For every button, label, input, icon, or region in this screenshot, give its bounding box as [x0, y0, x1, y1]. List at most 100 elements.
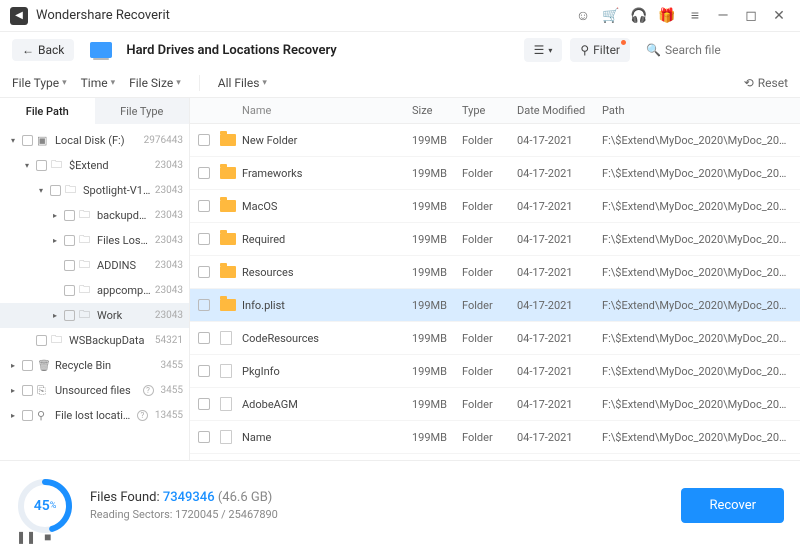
minimize-icon[interactable]: —: [712, 5, 734, 27]
twisty-icon[interactable]: ▸: [50, 311, 60, 320]
filter-all-files[interactable]: All Files▾: [218, 76, 267, 90]
tab-file-type[interactable]: File Type: [95, 98, 190, 124]
tree-label: Local Disk (F:): [55, 134, 140, 147]
col-path[interactable]: Path: [602, 104, 800, 117]
checkbox[interactable]: [64, 260, 75, 271]
checkbox[interactable]: [36, 160, 47, 171]
folder-icon: [220, 167, 236, 179]
reset-button[interactable]: ⟲Reset: [744, 76, 788, 90]
twisty-icon[interactable]: ▸: [8, 411, 18, 420]
twisty-icon[interactable]: ▾: [8, 136, 18, 145]
tree-count: 3455: [161, 360, 183, 371]
checkbox[interactable]: [198, 266, 210, 278]
file-row[interactable]: Name199MBFolder04-17-2021F:\$Extend\MyDo…: [190, 421, 800, 454]
tree-label: backupdata: [97, 209, 151, 222]
col-name[interactable]: Name: [242, 104, 412, 117]
filter-file-type[interactable]: File Type▾: [12, 76, 67, 90]
checkbox[interactable]: [198, 233, 210, 245]
tree-item[interactable]: ▸🗀Files Lost Origi...23043: [0, 228, 189, 253]
checkbox[interactable]: [22, 360, 33, 371]
file-row[interactable]: Info.plist199MBFolder04-17-2021F:\$Exten…: [190, 289, 800, 322]
file-row[interactable]: CodeResources199MBFolder04-17-2021F:\$Ex…: [190, 322, 800, 355]
maximize-icon[interactable]: ◻: [740, 5, 762, 27]
checkbox[interactable]: [198, 167, 210, 179]
tree-item[interactable]: ▾🗀Spotlight-V10000...23043: [0, 178, 189, 203]
tree-item[interactable]: ▸🗑Recycle Bin3455: [0, 353, 189, 378]
tree-item[interactable]: ▸🗀backupdata23043: [0, 203, 189, 228]
file-row[interactable]: AdobeAGM199MBFolder04-17-2021F:\$Extend\…: [190, 388, 800, 421]
close-icon[interactable]: ✕: [768, 5, 790, 27]
checkbox[interactable]: [22, 385, 33, 396]
col-type[interactable]: Type: [462, 104, 517, 117]
search-input[interactable]: [665, 43, 775, 57]
file-row[interactable]: MacOS199MBFolder04-17-2021F:\$Extend\MyD…: [190, 190, 800, 223]
tree-item[interactable]: ▾🗀$Extend23043: [0, 153, 189, 178]
filter-button[interactable]: ⚲ Filter: [570, 38, 630, 62]
tree-item[interactable]: 🗀WSBackupData54321: [0, 328, 189, 353]
file-date: 04-17-2021: [517, 167, 602, 180]
file-row[interactable]: Resources199MBFolder04-17-2021F:\$Extend…: [190, 256, 800, 289]
tree-item[interactable]: 🗀appcompat23043: [0, 278, 189, 303]
toolbar: ← Back Hard Drives and Locations Recover…: [0, 32, 800, 68]
user-icon[interactable]: ☺: [572, 5, 594, 27]
drive-icon: ▣: [37, 134, 51, 147]
col-date[interactable]: Date Modified: [517, 104, 602, 117]
menu-icon[interactable]: ≡: [684, 5, 706, 27]
file-path: F:\$Extend\MyDoc_2020\MyDoc_2020\M...: [602, 134, 800, 147]
tree-item[interactable]: ▸⎘Unsourced files?3455: [0, 378, 189, 403]
checkbox[interactable]: [198, 398, 210, 410]
filter-file-size[interactable]: File Size▾: [129, 76, 181, 90]
checkbox[interactable]: [198, 365, 210, 377]
cart-icon[interactable]: 🛒: [600, 5, 622, 27]
pause-button[interactable]: ❚❚: [16, 530, 36, 544]
tree-item[interactable]: ▸⚲File lost location?13455: [0, 403, 189, 428]
folder-icon: 🗀: [65, 181, 79, 200]
checkbox[interactable]: [198, 332, 210, 344]
file-type: Folder: [462, 398, 517, 411]
filter-icon: ⚲: [580, 43, 589, 57]
twisty-icon[interactable]: ▾: [22, 161, 32, 170]
checkbox[interactable]: [64, 285, 75, 296]
checkbox[interactable]: [198, 134, 210, 146]
file-size: 199MB: [412, 134, 462, 147]
checkbox[interactable]: [64, 210, 75, 221]
file-row[interactable]: New Folder199MBFolder04-17-2021F:\$Exten…: [190, 124, 800, 157]
tree-item[interactable]: ▸🗀Work23043: [0, 303, 189, 328]
checkbox[interactable]: [198, 431, 210, 443]
view-mode-button[interactable]: ☰ ▾: [524, 38, 563, 62]
twisty-icon[interactable]: ▸: [50, 211, 60, 220]
twisty-icon[interactable]: ▸: [8, 361, 18, 370]
app-logo: ◀: [10, 7, 28, 25]
tab-file-path[interactable]: File Path: [0, 98, 95, 124]
col-size[interactable]: Size: [412, 104, 462, 117]
help-icon[interactable]: ?: [137, 410, 148, 421]
checkbox[interactable]: [198, 200, 210, 212]
twisty-icon[interactable]: ▾: [36, 186, 46, 195]
search-wrap: 🔍: [638, 39, 788, 61]
checkbox[interactable]: [22, 135, 33, 146]
filter-time[interactable]: Time▾: [81, 76, 116, 90]
twisty-icon[interactable]: ▸: [8, 386, 18, 395]
checkbox[interactable]: [64, 310, 75, 321]
checkbox[interactable]: [50, 185, 61, 196]
checkbox[interactable]: [36, 335, 47, 346]
checkbox[interactable]: [22, 410, 33, 421]
gift-icon[interactable]: 🎁: [656, 5, 678, 27]
chevron-down-icon: ▾: [111, 78, 116, 88]
file-row[interactable]: PkgInfo199MBFolder04-17-2021F:\$Extend\M…: [190, 355, 800, 388]
file-row[interactable]: Required199MBFolder04-17-2021F:\$Extend\…: [190, 223, 800, 256]
stop-button[interactable]: ■: [44, 530, 51, 544]
file-path: F:\$Extend\MyDoc_2020\MyDoc_2020\M...: [602, 167, 800, 180]
file-path: F:\$Extend\MyDoc_2020\MyDoc_2020\M...: [602, 398, 800, 411]
help-icon[interactable]: ?: [143, 385, 154, 396]
support-icon[interactable]: 🎧: [628, 5, 650, 27]
tree-item[interactable]: ▾▣Local Disk (F:)2976443: [0, 128, 189, 153]
recover-button[interactable]: Recover: [681, 488, 784, 523]
file-row[interactable]: Frameworks199MBFolder04-17-2021F:\$Exten…: [190, 157, 800, 190]
back-button[interactable]: ← Back: [12, 39, 74, 61]
tree-count: 23043: [155, 260, 183, 271]
twisty-icon[interactable]: ▸: [50, 236, 60, 245]
checkbox[interactable]: [198, 299, 210, 311]
checkbox[interactable]: [64, 235, 75, 246]
tree-item[interactable]: 🗀ADDINS23043: [0, 253, 189, 278]
